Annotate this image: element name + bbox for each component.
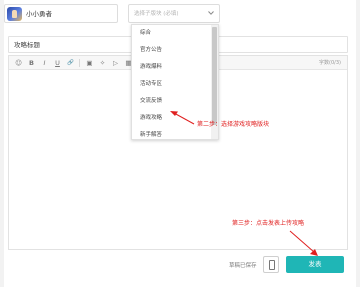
toolbar-divider <box>79 59 80 67</box>
phone-icon <box>269 260 275 270</box>
link-icon[interactable]: 🔗 <box>66 58 75 68</box>
dropdown-item-official-notice[interactable]: 官方公告 <box>132 42 212 59</box>
word-count: 字数(0/3) <box>319 60 341 66</box>
draft-status: 草稿已保存 <box>229 263 257 269</box>
bold-icon[interactable]: B <box>27 58 36 68</box>
game-name: 小小勇者 <box>26 10 52 18</box>
dropdown-item-game-news[interactable]: 游戏爆料 <box>132 59 212 76</box>
subsection-select-placeholder: 选择子版块 (必填) <box>134 11 179 17</box>
title-input-value: 攻略标题 <box>14 41 40 49</box>
emoji-icon[interactable]: ☺ <box>14 58 23 68</box>
video-icon[interactable]: ▷ <box>111 58 120 68</box>
dropdown-item-general[interactable]: 综合 <box>132 25 212 42</box>
italic-icon[interactable]: I <box>40 58 49 68</box>
publish-button[interactable]: 发表 <box>286 256 344 273</box>
mobile-preview-button[interactable] <box>263 256 279 273</box>
step3-annotation: 第三步：点击发表上传攻略 <box>232 220 305 227</box>
dropdown-item-feedback[interactable]: 交流反馈 <box>132 93 212 110</box>
subsection-select[interactable]: 选择子版块 (必填) <box>128 4 220 23</box>
chevron-down-icon <box>208 11 214 15</box>
step2-annotation: 第二步：选择游戏攻略版块 <box>197 121 270 128</box>
underline-icon[interactable]: U <box>53 58 62 68</box>
sparkle-icon[interactable]: ✧ <box>98 58 107 68</box>
game-avatar-icon <box>7 7 22 21</box>
dropdown-item-events[interactable]: 活动专区 <box>132 76 212 93</box>
dropdown-scrollbar-thumb[interactable] <box>212 27 217 125</box>
image-icon[interactable]: ▣ <box>85 58 94 68</box>
game-selector[interactable]: 小小勇者 <box>4 4 118 23</box>
